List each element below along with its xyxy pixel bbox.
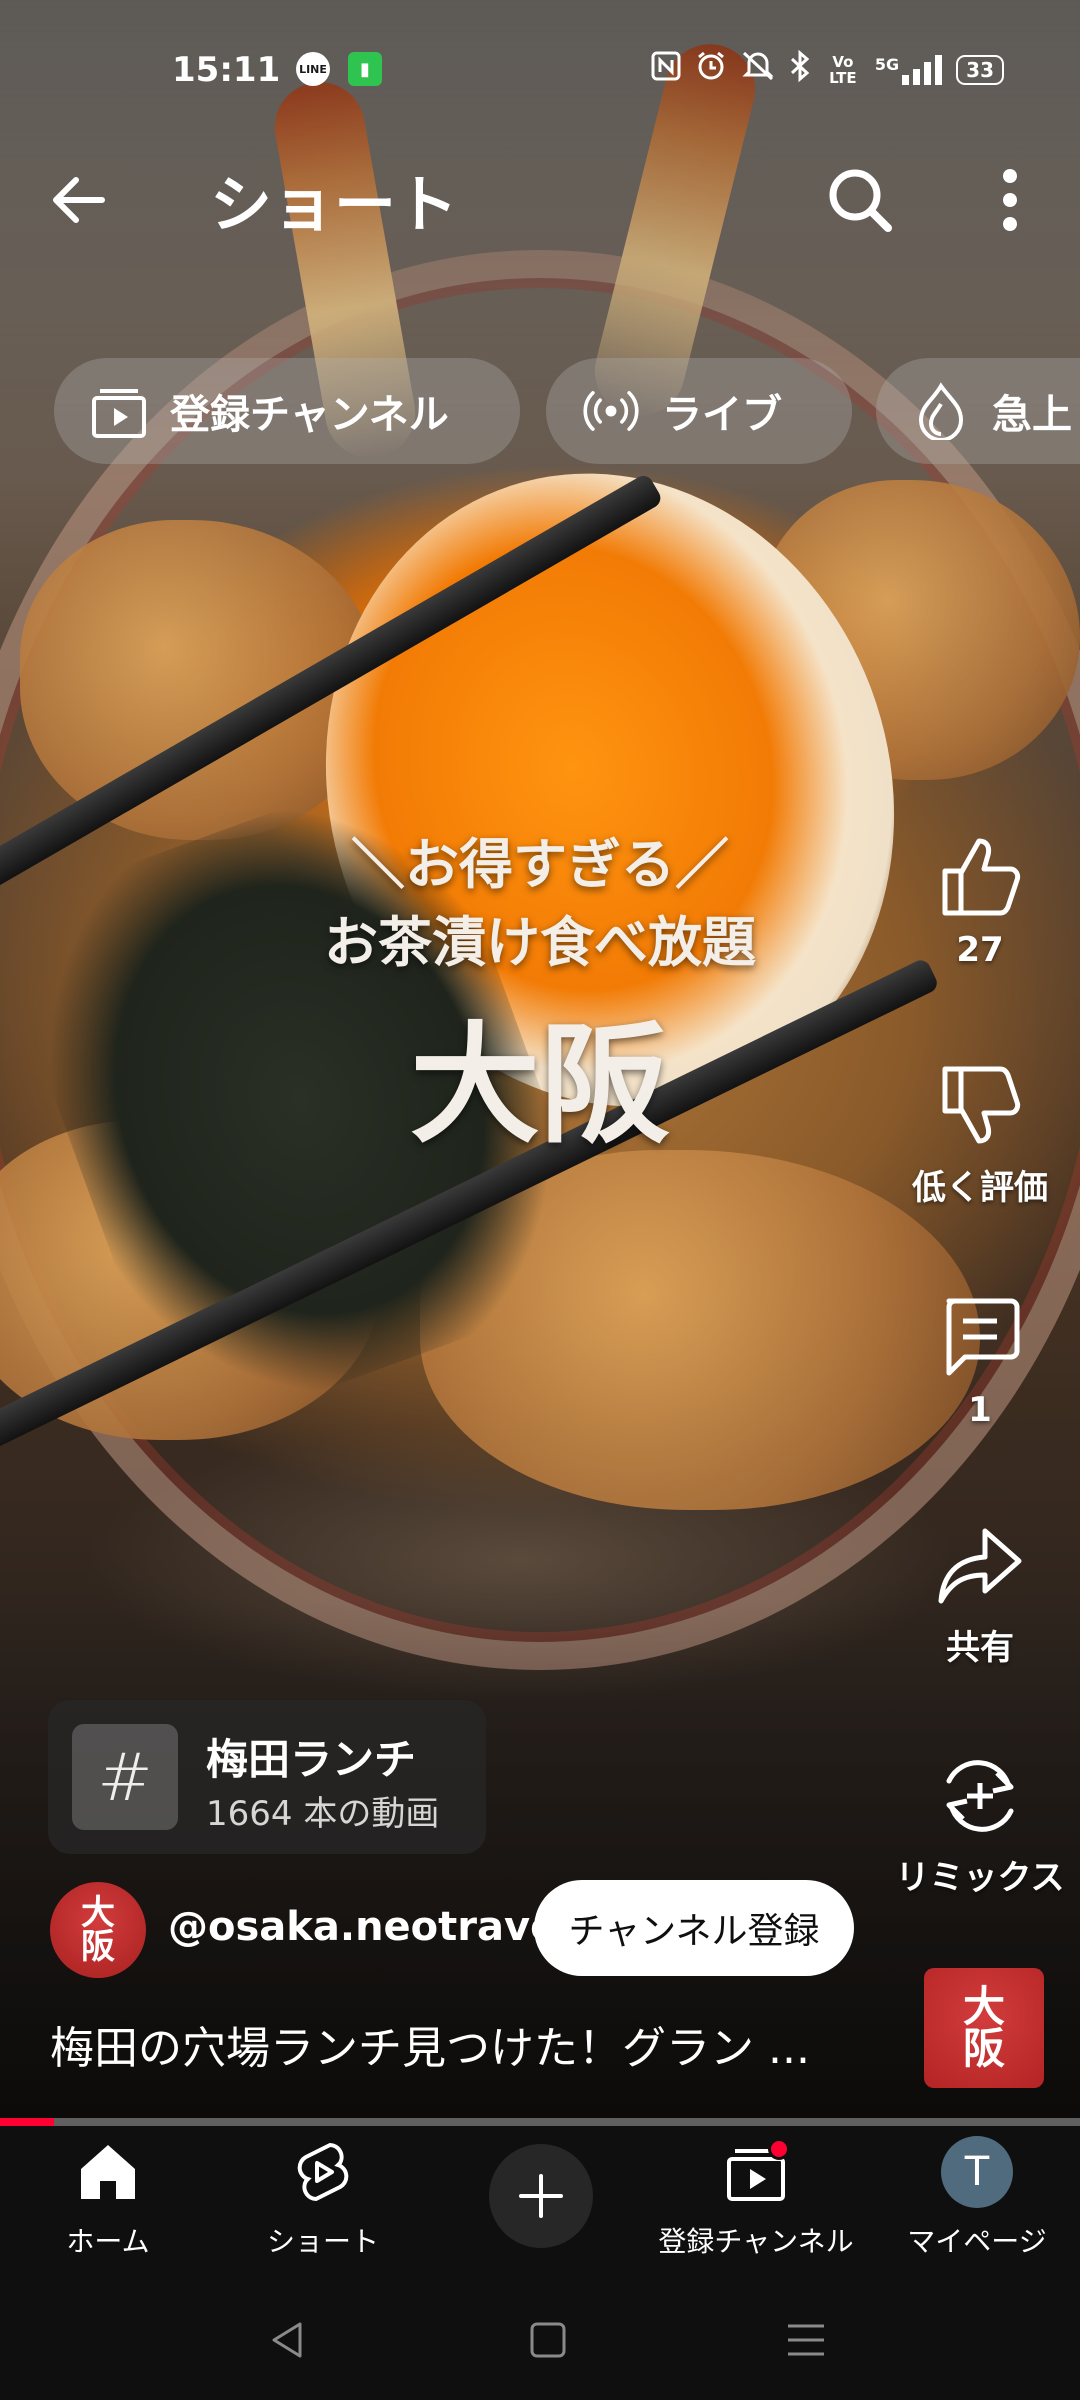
dislike-action[interactable]: 低く評価 (880, 1058, 1080, 1209)
system-navigation-bar (0, 2276, 1080, 2400)
chip-live[interactable]: ライブ (546, 358, 852, 464)
more-options-button[interactable] (970, 160, 1050, 240)
chip-subscriptions[interactable]: 登録チャンネル (54, 358, 520, 464)
subscribe-button[interactable]: チャンネル登録 (534, 1880, 854, 1976)
subscriptions-icon (716, 2132, 796, 2212)
mute-icon (741, 50, 775, 89)
volte-icon: Vo LTE (829, 52, 857, 87)
share-action[interactable]: 共有 (880, 1518, 1080, 1669)
nav-my-page-label: マイページ (907, 2225, 1047, 2258)
comment-action[interactable]: 1 (880, 1288, 1080, 1430)
status-bar: 15:11 LINE ▮ Vo LTE 5G 33 (0, 40, 1080, 100)
hashtag-name: 梅田ランチ (206, 1735, 417, 1784)
nav-subscriptions-label: 登録チャンネル (658, 2225, 854, 2258)
system-back-button[interactable] (258, 2310, 318, 2370)
thumbs-down-icon (932, 1058, 1028, 1154)
channel-avatar-text: 大阪 (81, 1893, 115, 1967)
bluetooth-icon (789, 49, 811, 89)
comment-icon (932, 1288, 1028, 1384)
video-description[interactable]: 梅田の穴場ランチ見つけた！グラン ... (50, 2012, 890, 2076)
nav-home[interactable]: ホーム (48, 2132, 168, 2272)
share-icon (932, 1518, 1028, 1614)
chip-label: 急上 (992, 392, 1072, 438)
video-progress-bar[interactable] (0, 2118, 1080, 2126)
chip-label: ライブ (662, 392, 782, 438)
page-title: ショート (210, 168, 459, 241)
account-avatar: T (937, 2132, 1017, 2212)
chip-label: 登録チャンネル (170, 392, 449, 438)
notification-dot (768, 2138, 790, 2160)
search-button[interactable] (820, 160, 900, 240)
search-icon (829, 169, 892, 232)
home-icon (68, 2132, 148, 2212)
remix-icon (932, 1748, 1028, 1844)
channel-avatar[interactable]: 大阪 (50, 1882, 146, 1978)
nav-shorts-label: ショート (266, 2225, 379, 2258)
like-action[interactable]: 27 (880, 828, 1080, 970)
nav-create[interactable] (486, 2132, 596, 2272)
back-arrow-icon (53, 177, 105, 223)
create-button (489, 2144, 593, 2248)
status-time: 15:11 (172, 50, 281, 90)
live-icon (582, 382, 640, 440)
channel-handle[interactable]: @osaka.neotravel (168, 1904, 571, 1950)
trending-icon (912, 382, 970, 440)
hashtag-video-count: 1664 本の動画 (206, 1794, 440, 1834)
bottom-navigation: ホーム ショート 登録チャンネル T マイページ (0, 2126, 1080, 2276)
more-vert-icon (1003, 169, 1017, 231)
battery-saver-icon: ▮ (348, 52, 382, 86)
system-recents-button[interactable] (776, 2310, 836, 2370)
square-home-icon (530, 2322, 566, 2358)
sound-source-thumbnail[interactable]: 大阪 (924, 1968, 1044, 2088)
thumbs-up-icon (932, 828, 1028, 924)
video-progress-fill (0, 2118, 54, 2126)
share-label: 共有 (946, 1628, 1014, 1668)
account-initial: T (941, 2136, 1013, 2208)
menu-lines-icon (788, 2324, 824, 2356)
top-bar: ショート (0, 140, 1080, 250)
system-home-button[interactable] (518, 2310, 578, 2370)
comment-count: 1 (968, 1390, 992, 1430)
nfc-icon (651, 51, 681, 88)
line-app-icon: LINE (296, 52, 330, 86)
filter-chips: 登録チャンネル ライブ 急上 (0, 358, 1080, 468)
nav-shorts[interactable]: ショート (248, 2132, 398, 2272)
sound-source-text: 大阪 (962, 1982, 1005, 2073)
nav-home-label: ホーム (66, 2225, 150, 2258)
triangle-back-icon (272, 2322, 302, 2358)
nav-subscriptions[interactable]: 登録チャンネル (644, 2132, 868, 2272)
network-type: 5G (874, 54, 900, 74)
plus-icon (519, 2174, 563, 2218)
chip-trending[interactable]: 急上 (876, 358, 1080, 464)
status-icons: Vo LTE 5G 33 (651, 49, 1004, 89)
back-button[interactable] (40, 160, 120, 240)
subscriptions-icon (90, 382, 148, 440)
hashtag-icon: # (72, 1724, 178, 1830)
like-count: 27 (956, 930, 1004, 970)
dislike-label: 低く評価 (912, 1168, 1048, 1208)
hashtag-card[interactable]: # 梅田ランチ 1664 本の動画 (48, 1700, 486, 1854)
battery-indicator: 33 (956, 54, 1004, 85)
remix-label: リミックス (895, 1858, 1065, 1898)
remix-action[interactable]: リミックス (880, 1748, 1080, 1899)
nav-my-page[interactable]: T マイページ (892, 2132, 1062, 2272)
signal-icon: 5G (874, 54, 943, 85)
shorts-icon (283, 2132, 363, 2212)
alarm-icon (695, 50, 727, 89)
